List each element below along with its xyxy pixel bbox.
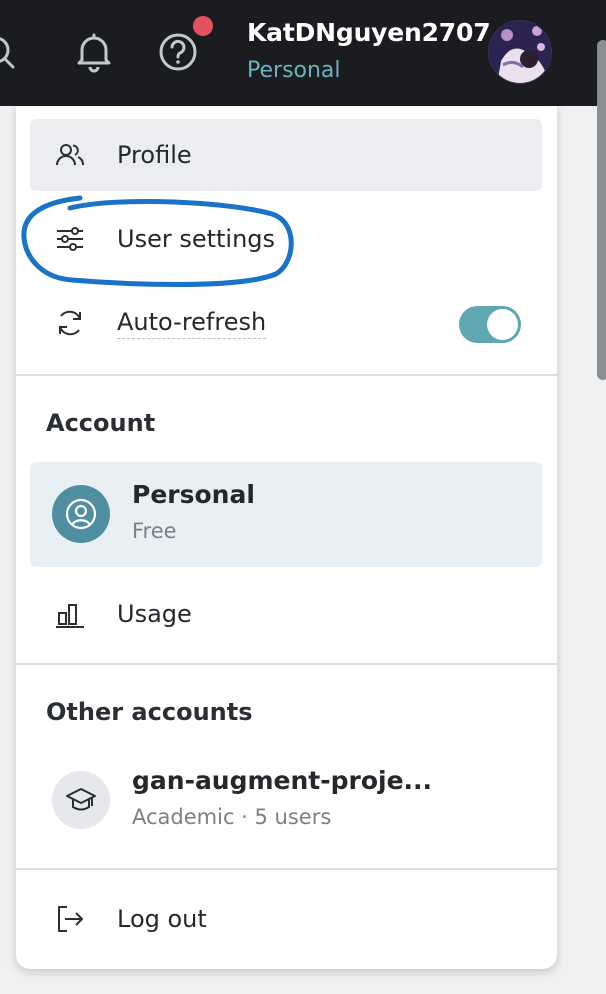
account-section-title: Account xyxy=(46,409,156,437)
toggle-knob xyxy=(487,309,518,340)
scrollbar-thumb[interactable] xyxy=(597,40,606,380)
help-icon[interactable] xyxy=(156,30,200,74)
bell-icon[interactable] xyxy=(72,30,116,74)
menu-item-usage[interactable]: Usage xyxy=(30,578,542,650)
users-icon xyxy=(56,144,84,166)
user-settings-label: User settings xyxy=(117,225,276,253)
account-gan-augment[interactable]: gan-augment-proje... Academic · 5 users xyxy=(30,748,542,853)
menu-item-log-out[interactable]: Log out xyxy=(30,883,542,955)
other-account-details: Academic · 5 users xyxy=(132,805,332,829)
username[interactable]: KatDNguyen2707 xyxy=(247,18,491,47)
account-type: Personal xyxy=(247,58,341,83)
auto-refresh-toggle[interactable] xyxy=(459,306,521,343)
bar-chart-icon xyxy=(56,604,84,628)
personal-account-icon xyxy=(52,485,110,543)
profile-label: Profile xyxy=(117,141,192,169)
personal-account-plan: Free xyxy=(132,519,177,543)
sliders-icon xyxy=(57,227,83,251)
search-icon[interactable] xyxy=(0,28,28,76)
other-account-name: gan-augment-proje... xyxy=(132,766,433,795)
menu-item-user-settings[interactable]: User settings xyxy=(30,203,542,275)
log-out-label: Log out xyxy=(117,905,207,933)
divider xyxy=(16,374,557,376)
other-accounts-section-title: Other accounts xyxy=(46,698,253,726)
divider xyxy=(16,868,557,870)
user-menu-dropdown: Profile User settings Auto-refresh Accou… xyxy=(16,106,557,969)
refresh-icon xyxy=(59,310,81,336)
log-out-icon xyxy=(58,906,83,932)
avatar[interactable] xyxy=(488,20,552,84)
divider xyxy=(16,663,557,665)
menu-item-profile[interactable]: Profile xyxy=(30,119,542,191)
avatar-image xyxy=(489,21,551,83)
usage-label: Usage xyxy=(117,600,192,628)
graduation-cap-icon xyxy=(52,771,110,829)
personal-account-name: Personal xyxy=(132,480,255,509)
auto-refresh-label: Auto-refresh xyxy=(117,308,267,339)
top-bar: KatDNguyen2707 Personal xyxy=(0,0,606,106)
notification-dot xyxy=(193,16,213,36)
account-personal[interactable]: Personal Free xyxy=(30,462,542,567)
